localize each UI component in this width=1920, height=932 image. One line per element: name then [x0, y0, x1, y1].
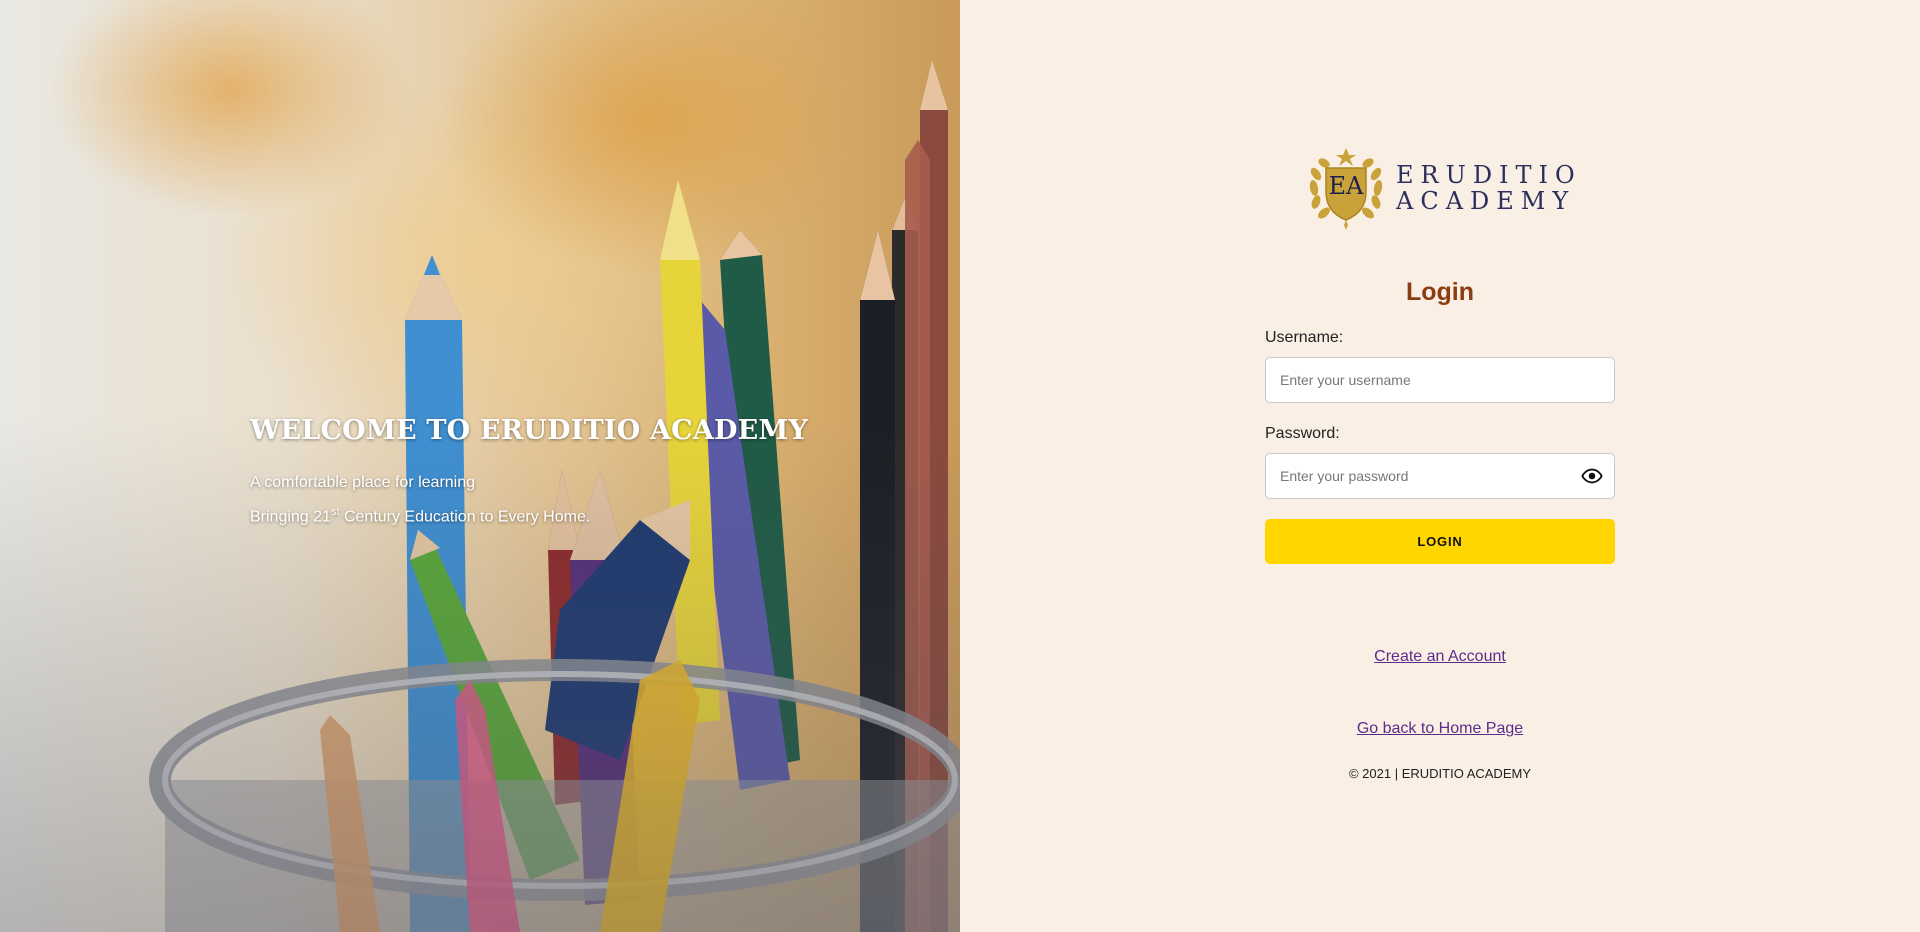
- logo-wordmark: ERUDITIO ACADEMY: [1396, 162, 1582, 214]
- password-field-wrap: [1265, 453, 1615, 499]
- login-page: WELCOME TO ERUDITIO ACADEMY A comfortabl…: [0, 0, 1920, 932]
- hero-tagline: A comfortable place for learning: [250, 474, 476, 491]
- crest-icon: EA: [1304, 146, 1388, 230]
- copyright-text: © 2021 | ERUDITIO ACADEMY: [1348, 766, 1531, 781]
- login-button[interactable]: LOGIN: [1265, 519, 1615, 564]
- hero-subtagline-superscript: st: [330, 506, 340, 518]
- username-input[interactable]: [1265, 357, 1615, 403]
- hero-subtagline-end: Century Education to Every Home.: [339, 508, 591, 526]
- hero-text-block: WELCOME TO ERUDITIO ACADEMY A comfortabl…: [250, 415, 808, 540]
- create-account-link[interactable]: Create an Account: [1265, 648, 1615, 666]
- logo-initials: EA: [1328, 172, 1364, 200]
- hero-image-panel: WELCOME TO ERUDITIO ACADEMY A comfortabl…: [0, 0, 960, 932]
- logo-word-academy: ACADEMY: [1396, 187, 1576, 215]
- home-page-link[interactable]: Go back to Home Page: [1265, 720, 1615, 738]
- hero-title: WELCOME TO ERUDITIO ACADEMY: [250, 415, 808, 446]
- hero-subtagline-start: Bringing 21: [250, 508, 331, 526]
- hero-subtagline: Bringing 21st Century Education to Every…: [250, 506, 808, 526]
- login-form: Login Username: Password: LOGIN: [1265, 278, 1615, 564]
- password-input[interactable]: [1265, 453, 1615, 499]
- password-label: Password:: [1265, 425, 1340, 442]
- login-title: Login: [1405, 278, 1475, 306]
- logo-word-eruditio: ERUDITIO: [1396, 161, 1582, 189]
- username-field-wrap: [1265, 357, 1615, 403]
- username-label: Username:: [1265, 329, 1344, 346]
- eye-icon[interactable]: [1581, 465, 1603, 487]
- academy-logo: EA ERUDITIO ACADEMY: [1304, 146, 1582, 230]
